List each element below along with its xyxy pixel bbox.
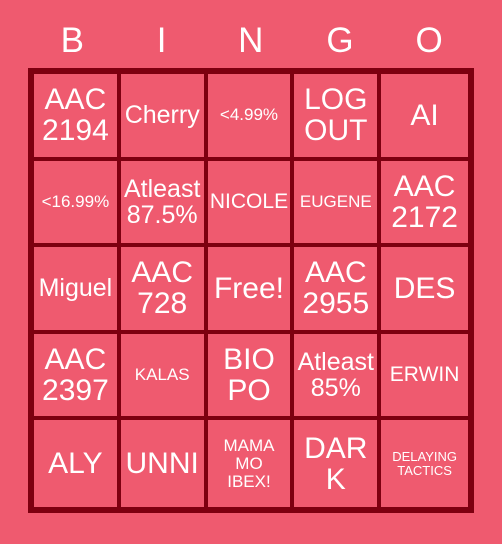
header-letter-b: B [60,20,85,60]
bingo-cell-label: AAC 728 [131,256,194,321]
bingo-cell-r1c4[interactable]: LOG OUT [294,74,382,161]
bingo-cell-label: DELAYING TACTICS [392,449,457,478]
bingo-cell-label: UNNI [125,447,199,481]
header-letter-n: N [238,20,264,60]
bingo-cell-r1c1[interactable]: AAC 2194 [34,74,121,161]
header-letter-g: G [326,20,355,60]
bingo-cell-label: ERWIN [389,363,460,387]
bingo-cell-r4c4[interactable]: Atleast 85% [294,333,382,421]
bingo-cell-r3c2[interactable]: AAC 728 [120,247,208,334]
bingo-cell-label: EUGENE [299,192,372,212]
bingo-cell-r5c2[interactable]: UNNI [120,420,208,507]
bingo-cell-label: DES [393,271,456,305]
bingo-cell-label: AAC 2194 [42,83,109,148]
bingo-cell-label: BIO PO [223,342,275,408]
bingo-cell-r1c2[interactable]: Cherry [120,74,208,161]
bingo-cell-r4c2[interactable]: KALAS [120,333,208,421]
bingo-cell-r2c4[interactable]: EUGENE [294,160,382,248]
bingo-cell-label: AAC 2397 [42,342,109,408]
bingo-cell-label: LOG OUT [304,83,368,148]
bingo-cell-r2c1[interactable]: <16.99% [34,160,121,248]
bingo-cell-label: AAC 2172 [391,169,458,234]
bingo-cell-label: Atleast 85% [297,348,374,403]
bingo-cell-label: DARK [304,431,368,496]
bingo-cell-label: Cherry [124,101,200,130]
bingo-cell-label: <4.99% [219,105,279,125]
bingo-cell-r3c5[interactable]: DES [381,247,468,334]
bingo-cell-r4c1[interactable]: AAC 2397 [34,333,121,421]
bingo-cell-r5c5[interactable]: DELAYING TACTICS [381,420,468,507]
header-letter-i: I [156,20,167,60]
bingo-cell-label: MAMA MO IBEX! [223,436,275,491]
bingo-cell-r5c3[interactable]: MAMA MO IBEX! [207,420,295,507]
bingo-cell-r2c5[interactable]: AAC 2172 [381,160,468,248]
bingo-cell-free-space[interactable]: Free! [207,247,295,334]
bingo-cell-r1c5[interactable]: AI [381,74,468,161]
bingo-cell-label: NICOLE [209,189,289,213]
bingo-cell-label: AAC 2955 [302,256,370,321]
bingo-cell-r2c3[interactable]: NICOLE [207,160,295,248]
bingo-cell-r5c4[interactable]: DARK [294,420,382,507]
bingo-card: B I N G O AAC 2194 Cherry <4.99% LOG OUT… [0,0,502,544]
bingo-cell-r4c5[interactable]: ERWIN [381,333,468,421]
bingo-cell-r3c1[interactable]: Miguel [34,247,121,334]
bingo-cell-label: ALY [48,447,103,481]
bingo-cell-label: Free! [213,271,284,305]
bingo-cell-r4c3[interactable]: BIO PO [207,333,295,421]
bingo-cell-r1c3[interactable]: <4.99% [207,74,295,161]
bingo-header: B I N G O [28,14,474,66]
header-letter-o: O [415,20,444,60]
bingo-cell-label: <16.99% [41,192,110,212]
bingo-cell-label: KALAS [134,365,190,385]
bingo-cell-label: Atleast 87.5% [123,174,201,229]
bingo-cell-r2c2[interactable]: Atleast 87.5% [120,160,208,248]
bingo-cell-r5c1[interactable]: ALY [34,420,121,507]
bingo-cell-label: AI [410,98,439,132]
bingo-grid: AAC 2194 Cherry <4.99% LOG OUT AI <16.99… [28,68,474,513]
bingo-cell-label: Miguel [38,274,113,303]
bingo-cell-r3c4[interactable]: AAC 2955 [294,247,382,334]
